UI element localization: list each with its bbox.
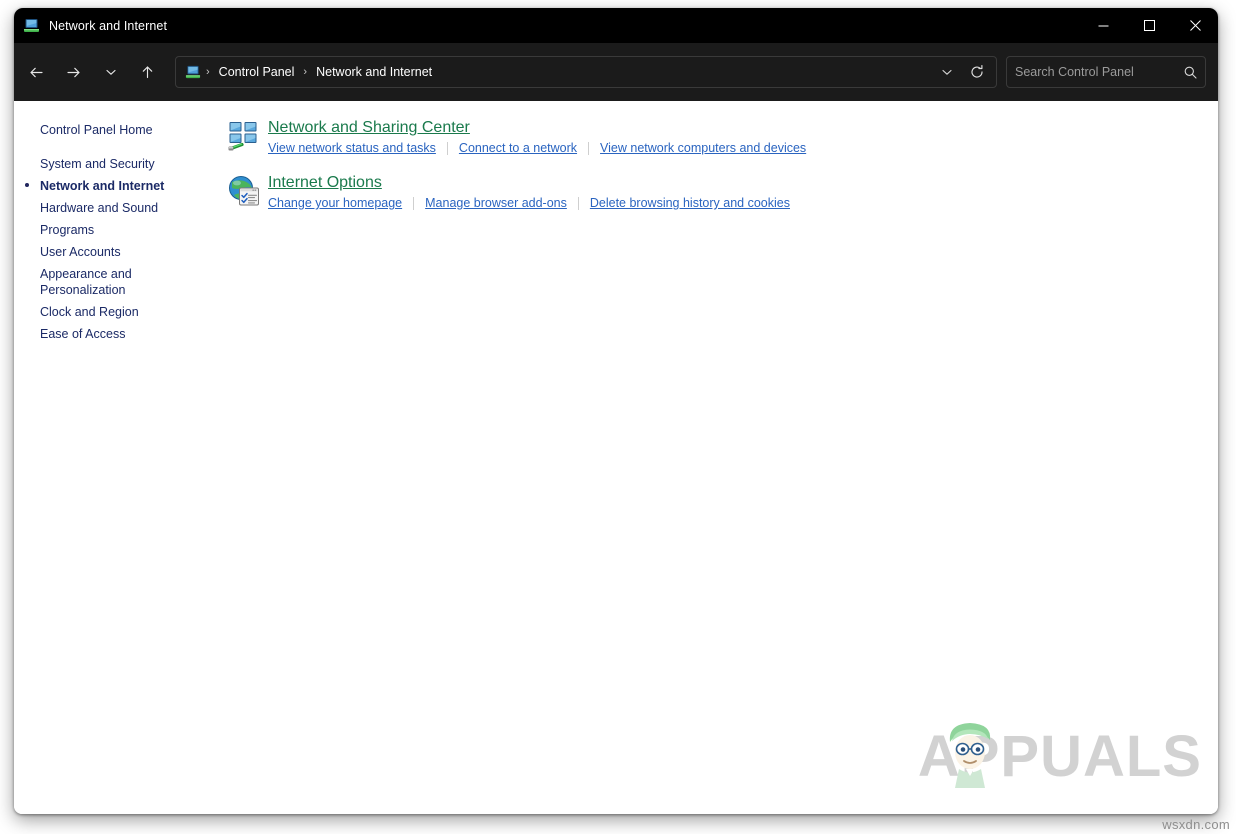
recent-locations-button[interactable]	[93, 56, 128, 88]
navigation-toolbar: › Control Panel › Network and Internet	[14, 43, 1218, 101]
search-input[interactable]	[1007, 65, 1175, 79]
category-links: View network status and tasks Connect to…	[268, 139, 806, 157]
link-view-network-computers-and-devices[interactable]: View network computers and devices	[600, 139, 806, 157]
category-list: Network and Sharing Center View network …	[228, 101, 1218, 814]
category-links: Change your homepage Manage browser add-…	[268, 194, 790, 212]
breadcrumb-item-control-panel[interactable]: Control Panel	[213, 62, 301, 82]
window-title: Network and Internet	[49, 19, 167, 33]
sidebar-item-system-and-security[interactable]: System and Security	[14, 153, 228, 175]
network-sharing-icon	[228, 120, 260, 152]
link-connect-to-a-network[interactable]: Connect to a network	[459, 139, 577, 157]
breadcrumb-separator: ›	[300, 66, 310, 78]
close-button[interactable]	[1172, 8, 1218, 43]
link-separator	[447, 142, 448, 155]
category-body: Internet Options Change your homepage Ma…	[268, 173, 790, 212]
sidebar-item-network-and-internet[interactable]: Network and Internet	[14, 175, 228, 197]
network-monitor-icon	[23, 17, 40, 34]
category-network-and-sharing-center: Network and Sharing Center View network …	[228, 113, 1218, 162]
search-box[interactable]	[1006, 56, 1206, 88]
sidebar-navigation: Control Panel Home System and Security N…	[14, 101, 228, 814]
content-area: Control Panel Home System and Security N…	[14, 101, 1218, 814]
link-separator	[413, 197, 414, 210]
forward-button[interactable]	[56, 56, 91, 88]
link-delete-browsing-history-and-cookies[interactable]: Delete browsing history and cookies	[590, 194, 790, 212]
sidebar-item-clock-and-region[interactable]: Clock and Region	[14, 301, 228, 323]
link-separator	[588, 142, 589, 155]
sidebar-item-hardware-and-sound[interactable]: Hardware and Sound	[14, 197, 228, 219]
sidebar-item-ease-of-access[interactable]: Ease of Access	[14, 323, 228, 345]
window-controls	[1080, 8, 1218, 43]
link-view-network-status-and-tasks[interactable]: View network status and tasks	[268, 139, 436, 157]
control-panel-window: Network and Internet	[14, 8, 1218, 814]
previous-locations-button[interactable]	[932, 57, 962, 87]
window-titlebar[interactable]: Network and Internet	[14, 8, 1218, 43]
category-title-network-and-sharing-center[interactable]: Network and Sharing Center	[268, 118, 470, 138]
breadcrumb-network-monitor-icon	[185, 64, 201, 80]
link-change-your-homepage[interactable]: Change your homepage	[268, 194, 402, 212]
back-button[interactable]	[19, 56, 54, 88]
maximize-button[interactable]	[1126, 8, 1172, 43]
internet-options-globe-icon	[228, 175, 260, 207]
link-manage-browser-add-ons[interactable]: Manage browser add-ons	[425, 194, 567, 212]
sidebar-item-control-panel-home[interactable]: Control Panel Home	[14, 119, 228, 141]
category-internet-options: Internet Options Change your homepage Ma…	[228, 168, 1218, 217]
site-watermark: wsxdn.com	[1162, 817, 1230, 832]
breadcrumb-item-network-and-internet[interactable]: Network and Internet	[310, 62, 438, 82]
minimize-button[interactable]	[1080, 8, 1126, 43]
address-breadcrumb-bar[interactable]: › Control Panel › Network and Internet	[175, 56, 997, 88]
link-separator	[578, 197, 579, 210]
breadcrumb-separator: ›	[203, 66, 213, 78]
refresh-button[interactable]	[962, 57, 992, 87]
sidebar-item-user-accounts[interactable]: User Accounts	[14, 241, 228, 263]
search-icon[interactable]	[1175, 57, 1205, 87]
category-title-internet-options[interactable]: Internet Options	[268, 173, 382, 193]
category-body: Network and Sharing Center View network …	[268, 118, 806, 157]
sidebar-item-appearance-and-personalization[interactable]: Appearance and Personalization	[14, 263, 228, 301]
sidebar-item-programs[interactable]: Programs	[14, 219, 228, 241]
up-button[interactable]	[130, 56, 165, 88]
